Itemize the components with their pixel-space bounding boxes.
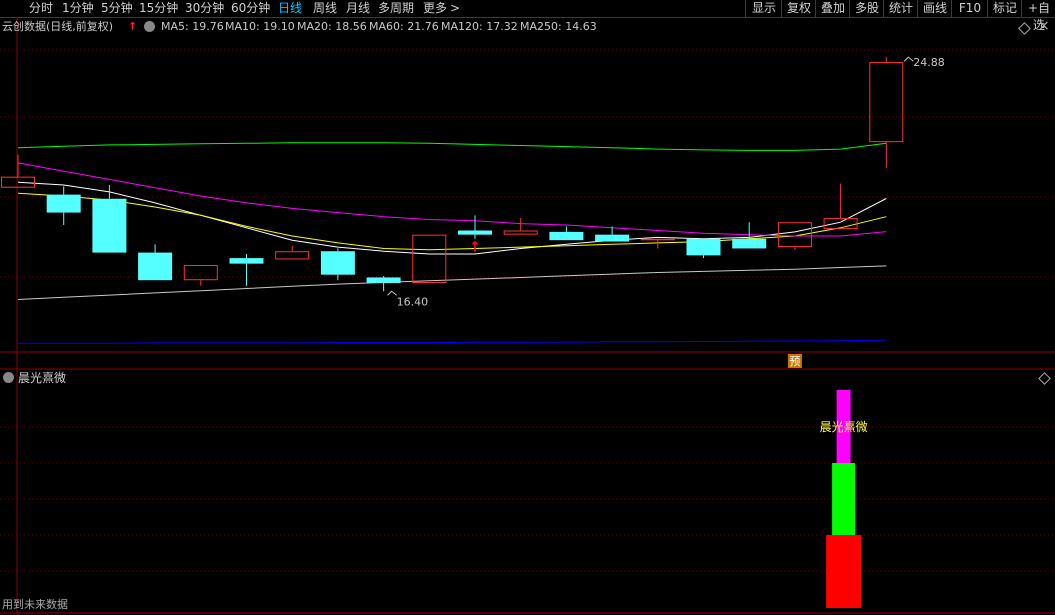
- tab-intraday[interactable]: 分时: [29, 0, 53, 17]
- candle-body: [640, 238, 675, 241]
- candle-body: [686, 238, 721, 256]
- candle-body: [138, 252, 173, 281]
- tab-multi-period[interactable]: 多周期: [378, 0, 414, 17]
- high-pointer: [903, 56, 914, 62]
- ma60-label: MA60: 21.76: [369, 20, 439, 33]
- candlesticks: [1, 57, 904, 292]
- period-toolbar: 分时 1分钟 5分钟 15分钟 30分钟 60分钟 日线 周线 月线 多周期 更…: [0, 0, 1055, 32]
- future-data-note: 用到未来数据: [2, 598, 68, 611]
- ma250-label: MA250: 14.63: [520, 20, 597, 33]
- tab-more[interactable]: 更多: [423, 0, 447, 17]
- mark-button[interactable]: 标记: [987, 0, 1022, 17]
- candle: [275, 245, 310, 260]
- chevron-down-icon[interactable]: [144, 21, 155, 32]
- draw-line-button[interactable]: 画线: [917, 0, 952, 17]
- ma5-label: MA5: 19.76: [161, 20, 224, 33]
- candle-body: [549, 231, 584, 241]
- up-arrow-icon: ↑: [128, 20, 138, 33]
- overlay-button[interactable]: 叠加: [815, 0, 850, 17]
- indicator-title-bar: 晨光熹微: [0, 370, 66, 386]
- more-chevron-icon[interactable]: >: [450, 0, 460, 17]
- candle-body: [92, 198, 127, 253]
- chevron-down-icon[interactable]: [3, 372, 14, 383]
- candle-body: [320, 251, 355, 275]
- candle: [46, 186, 81, 225]
- candle-body: [732, 238, 767, 249]
- candle-body: [458, 230, 492, 235]
- candle-body: [46, 194, 81, 213]
- candle: [183, 265, 218, 286]
- indicator-bar-bottom: [826, 535, 862, 608]
- indicator-title[interactable]: 晨光熹微: [18, 371, 66, 385]
- chart-grid: [0, 18, 1055, 615]
- close-icon[interactable]: ×: [1038, 18, 1050, 34]
- low-pointer: [387, 290, 397, 296]
- ma-line-ma60: [17, 142, 887, 151]
- tab-daily[interactable]: 日线: [278, 0, 302, 17]
- candle-body: [595, 234, 630, 242]
- tab-monthly[interactable]: 月线: [346, 0, 370, 17]
- kline-chart[interactable]: 晨光熹微 ↑ 24.88 16.40 预: [0, 18, 1055, 615]
- buy-signal-arrow-icon: ↑: [469, 240, 481, 256]
- show-button[interactable]: 显示: [745, 0, 782, 17]
- f10-button[interactable]: F10: [951, 0, 988, 17]
- tab-weekly[interactable]: 周线: [313, 0, 337, 17]
- statistics-button[interactable]: 统计: [883, 0, 918, 17]
- candle-body: [412, 234, 447, 283]
- indicator-signal-label: 晨光熹微: [820, 419, 868, 434]
- candle: [366, 276, 401, 292]
- candle: [412, 234, 447, 283]
- ma20-label: MA20: 18.56: [297, 20, 367, 33]
- tab-5min[interactable]: 5分钟: [101, 0, 133, 17]
- candle: [229, 253, 264, 286]
- stock-title[interactable]: 云创数据(日线,前复权): [2, 18, 113, 35]
- candle: [458, 215, 492, 239]
- candle: [138, 244, 173, 281]
- candle: [686, 238, 721, 259]
- candle: [320, 248, 355, 281]
- ma10-label: MA10: 19.10: [225, 20, 295, 33]
- candle: [503, 218, 538, 235]
- multi-stock-button[interactable]: 多股: [849, 0, 884, 17]
- candle-body: [366, 277, 401, 283]
- candle-body: [823, 218, 858, 230]
- tab-30min[interactable]: 30分钟: [185, 0, 224, 17]
- candle-body: [275, 251, 310, 260]
- ma-line-ma250: [18, 339, 887, 344]
- add-watchlist-button[interactable]: +自选: [1021, 0, 1055, 32]
- low-price-label: 16.40: [397, 295, 429, 308]
- candle-body: [869, 62, 904, 143]
- high-price-label: 24.88: [913, 56, 945, 69]
- candle-body: [1, 176, 35, 188]
- adjust-button[interactable]: 复权: [781, 0, 816, 17]
- candle: [549, 226, 584, 241]
- ma-line-ma20: [17, 162, 887, 237]
- indicator-bar-middle: [832, 463, 856, 535]
- tab-15min[interactable]: 15分钟: [139, 0, 178, 17]
- candle-body: [503, 230, 538, 235]
- candle-body: [183, 265, 218, 281]
- forecast-badge-label: 预: [789, 355, 800, 368]
- candle-body: [777, 222, 812, 248]
- ma120-label: MA120: 17.32: [441, 20, 518, 33]
- candle: [869, 57, 904, 169]
- tab-1min[interactable]: 1分钟: [62, 0, 94, 17]
- candle-body: [229, 258, 264, 264]
- tab-60min[interactable]: 60分钟: [231, 0, 270, 17]
